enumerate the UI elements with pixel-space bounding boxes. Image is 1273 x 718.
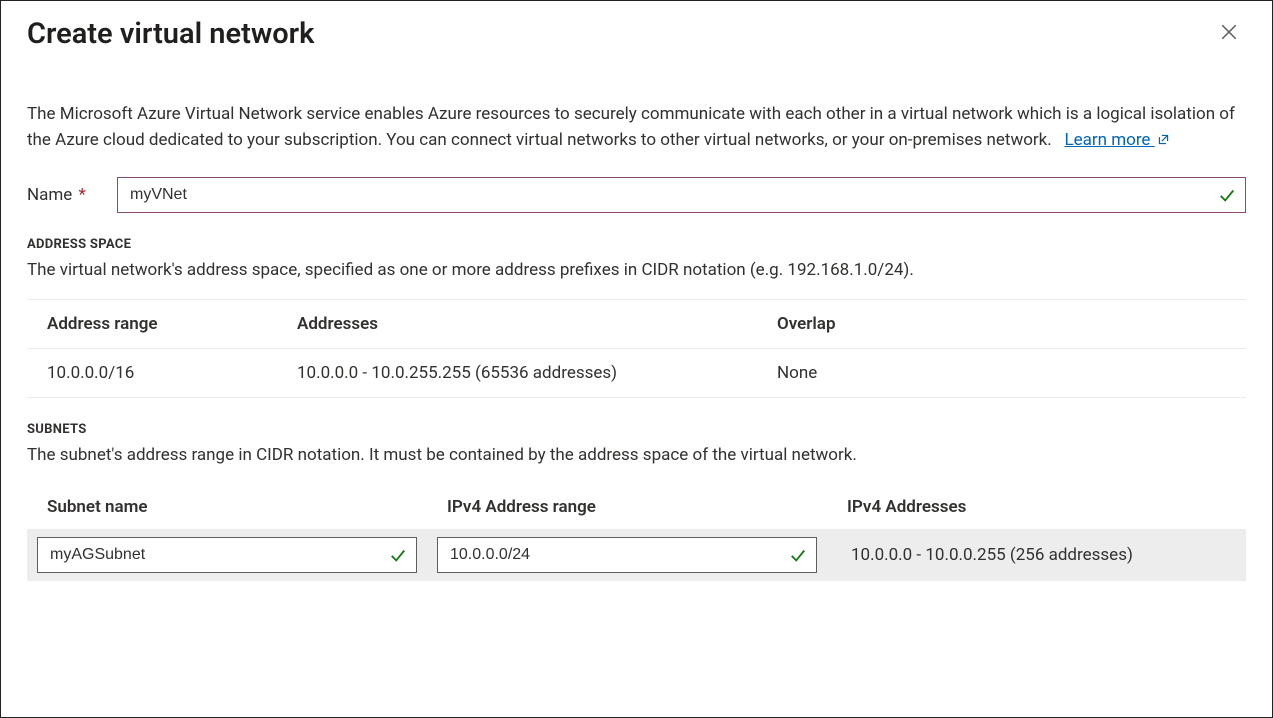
name-row: Name *: [27, 177, 1246, 213]
address-space-desc: The virtual network's address space, spe…: [27, 258, 1246, 284]
close-button[interactable]: [1212, 19, 1246, 49]
subnet-name-input[interactable]: [37, 537, 417, 573]
name-input[interactable]: [117, 177, 1246, 213]
address-header-overlap: Overlap: [757, 300, 1246, 349]
subnets-desc: The subnet's address range in CIDR notat…: [27, 443, 1246, 469]
learn-more-label: Learn more: [1064, 130, 1150, 150]
subnet-row[interactable]: 10.0.0.0 - 10.0.0.255 (256 addresses): [27, 529, 1246, 581]
panel-title: Create virtual network: [27, 17, 314, 51]
close-icon: [1220, 24, 1238, 46]
address-header-range: Address range: [27, 300, 277, 349]
subnets-caption: SUBNETS: [27, 422, 1246, 437]
subnet-header-range: IPv4 Address range: [427, 485, 827, 529]
address-overlap-cell: None: [757, 349, 1246, 398]
learn-more-link[interactable]: Learn more: [1064, 130, 1169, 150]
subnet-range-input[interactable]: [437, 537, 817, 573]
required-asterisk: *: [79, 185, 86, 205]
address-range-cell: 10.0.0.0/16: [27, 349, 277, 398]
subnet-addresses-cell: 10.0.0.0 - 10.0.0.255 (256 addresses): [837, 541, 1236, 569]
address-table-header-row: Address range Addresses Overlap: [27, 300, 1246, 349]
subnet-header-name: Subnet name: [27, 485, 427, 529]
subnet-range-input-wrap: [437, 537, 817, 573]
name-label-text: Name: [27, 185, 72, 205]
address-space-caption: ADDRESS SPACE: [27, 237, 1246, 252]
external-link-icon: [1157, 128, 1170, 154]
subnet-table-header-row: Subnet name IPv4 Address range IPv4 Addr…: [27, 485, 1246, 529]
address-row[interactable]: 10.0.0.0/16 10.0.0.0 - 10.0.255.255 (655…: [27, 349, 1246, 398]
address-header-addresses: Addresses: [277, 300, 757, 349]
subnets-table-wrap: Subnet name IPv4 Address range IPv4 Addr…: [27, 485, 1246, 581]
subnet-name-input-wrap: [37, 537, 417, 573]
panel-header: Create virtual network: [27, 15, 1246, 63]
intro-text: The Microsoft Azure Virtual Network serv…: [27, 101, 1246, 155]
name-label: Name *: [27, 185, 103, 205]
name-input-wrap: [117, 177, 1246, 213]
subnet-header-addresses: IPv4 Addresses: [827, 485, 1246, 529]
address-count-cell: 10.0.0.0 - 10.0.255.255 (65536 addresses…: [277, 349, 757, 398]
subnets-table: Subnet name IPv4 Address range IPv4 Addr…: [27, 485, 1246, 581]
address-space-table: Address range Addresses Overlap 10.0.0.0…: [27, 299, 1246, 398]
create-vnet-panel: Create virtual network The Microsoft Azu…: [0, 0, 1273, 718]
intro-body: The Microsoft Azure Virtual Network serv…: [27, 104, 1235, 150]
